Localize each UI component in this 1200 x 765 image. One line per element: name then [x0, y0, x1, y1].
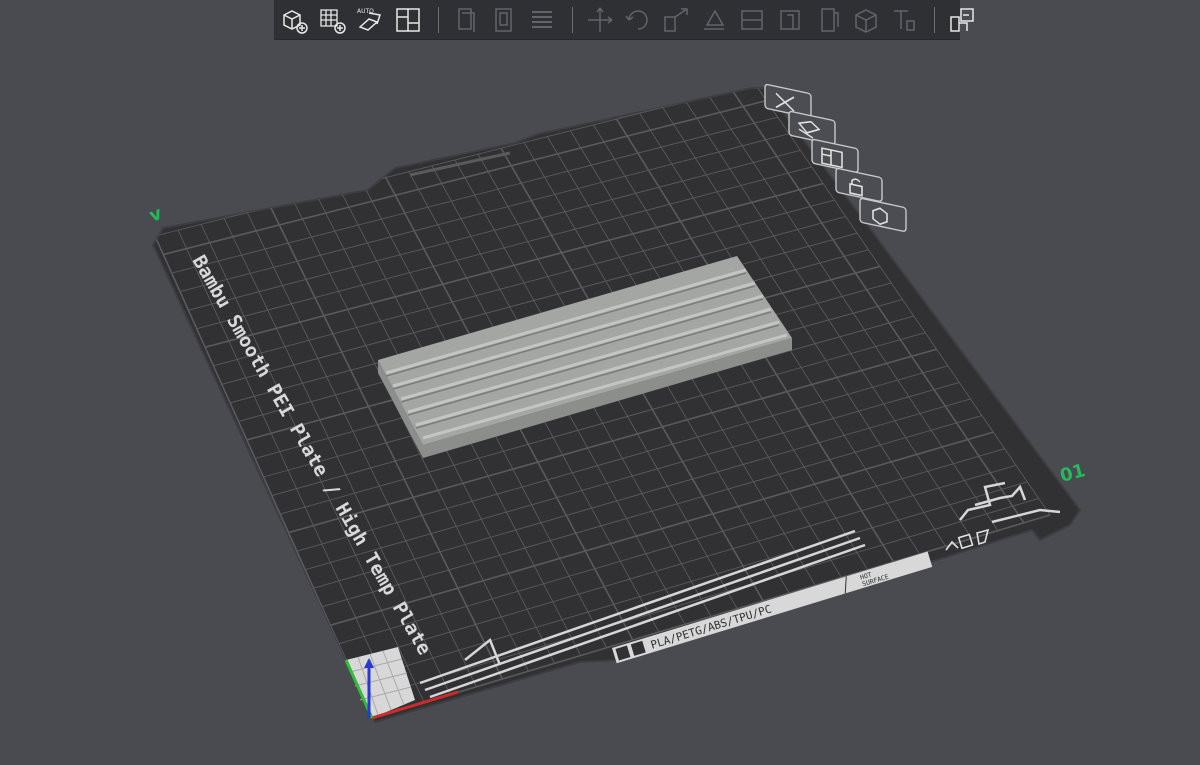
plate-number: 01	[1058, 460, 1088, 487]
plate-corner-mark: v	[147, 203, 165, 227]
3d-viewport[interactable]: PLA/PETG/ABS/TPU/PC HOT SURFACE Bambu Sm…	[0, 0, 1200, 765]
